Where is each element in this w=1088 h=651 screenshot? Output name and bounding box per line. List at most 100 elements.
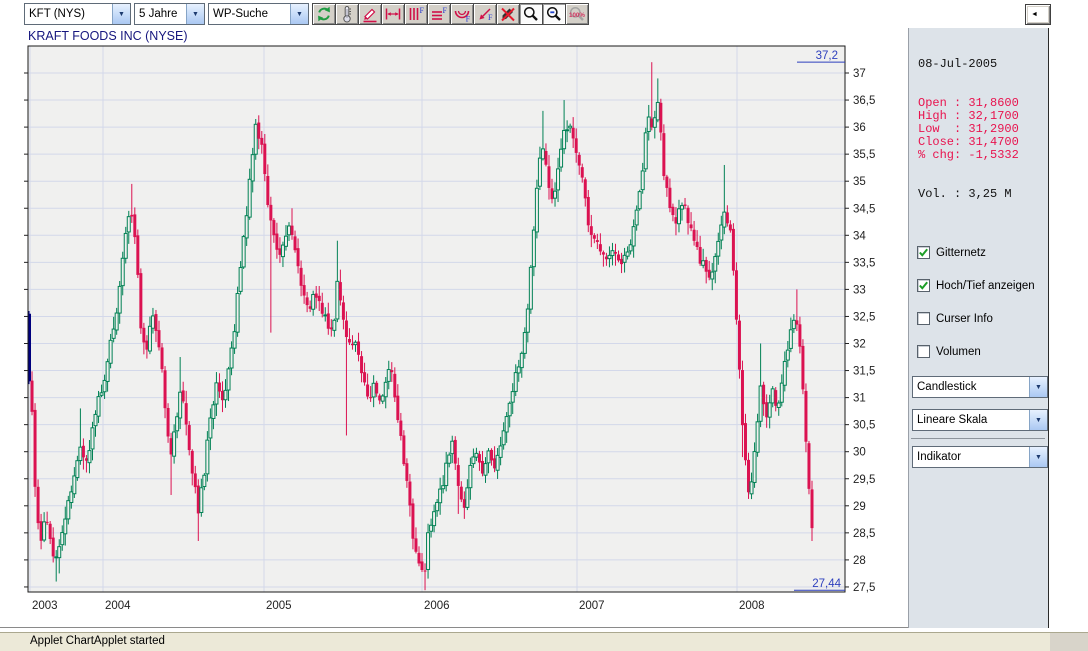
x-axis-label: 2006 (424, 600, 450, 612)
y-axis-label: 30 (853, 447, 866, 459)
fibonacci-fan-button[interactable]: F (473, 3, 497, 25)
collapse-panel-button[interactable]: ◄ (1025, 4, 1051, 25)
chevron-down-icon[interactable]: ▼ (1029, 447, 1047, 467)
y-axis-label: 29,5 (853, 474, 875, 486)
y-axis-label: 34 (853, 230, 866, 242)
checkbox-label: Curser Info (936, 312, 993, 325)
checkbox-label: Gitternetz (936, 246, 986, 259)
chart-applet-window: KFT (NYS) ▼ 5 Jahre ▼ WP-Suche ▼ F F F F 100… (0, 0, 1088, 651)
y-axis-label: 32,5 (853, 311, 875, 323)
indicator-select-value: Indikator (917, 451, 962, 463)
checkbox-checked-icon[interactable] (917, 279, 930, 292)
fibonacci-retracement-icon: F (430, 5, 448, 23)
scale-select-value: Lineare Skala (917, 414, 988, 426)
zoom-100-icon: 100% (568, 5, 586, 23)
y-axis-label: 32 (853, 339, 866, 351)
thermometer-tool-button[interactable] (335, 3, 359, 25)
chevron-down-icon[interactable]: ▼ (1029, 410, 1047, 430)
panel-separator (911, 438, 1045, 439)
chart-option-selects: Candlestick ▼ Lineare Skala ▼ Indikator ▼ (912, 376, 1048, 476)
draw-pencil-icon (361, 5, 379, 23)
svg-text:100%: 100% (569, 12, 585, 19)
refresh-icon (315, 5, 333, 23)
y-axis-label: 37 (853, 68, 866, 80)
chevron-down-icon[interactable]: ▼ (186, 4, 204, 24)
checkbox-unchecked-icon[interactable] (917, 312, 930, 325)
thermometer-icon (338, 5, 356, 23)
quote-stats: Open : 31,8600 High : 32,1700 Low : 31,290… (918, 97, 1019, 162)
erase-drawings-icon (499, 5, 517, 23)
y-axis-label: 34,5 (853, 203, 875, 215)
svg-text:F: F (466, 15, 471, 24)
zoom-100-button[interactable]: 100% (565, 3, 589, 25)
y-axis-label: 30,5 (853, 420, 875, 432)
scale-select[interactable]: Lineare Skala ▼ (912, 409, 1048, 431)
svg-text:F: F (443, 6, 448, 15)
y-axis-label: 36 (853, 122, 866, 134)
y-axis-label: 35,5 (853, 149, 875, 161)
chevron-down-icon[interactable]: ▼ (112, 4, 130, 24)
security-search-combobox[interactable]: WP-Suche ▼ (208, 3, 309, 25)
price-chart[interactable]: 37 36,5 36 35,5 35 34,5 34 33,5 33 32,5 32 31,5 31 30… (0, 28, 908, 628)
x-axis-label: 2003 (32, 600, 58, 612)
zoom-in-button[interactable] (519, 3, 543, 25)
y-axis-label: 28,5 (853, 528, 875, 540)
chart-type-select-value: Candlestick (917, 381, 977, 393)
period-combobox[interactable]: 5 Jahre ▼ (134, 3, 205, 25)
status-text: Applet ChartApplet started (30, 635, 165, 647)
low-marker-label: 27,44 (812, 578, 841, 590)
y-axis-label: 29 (853, 501, 866, 513)
x-axis-label: 2004 (105, 600, 131, 612)
settings-panel: 08-Jul-2005 Open : 31,8600 High : 32,1700… (908, 28, 1049, 628)
symbol-combobox-value: KFT (NYS) (29, 8, 86, 20)
toolbar-buttons: F F F F 100% (312, 3, 589, 25)
checkbox-row-volumen[interactable]: Volumen (917, 345, 1035, 358)
checkbox-row-curser-info[interactable]: Curser Info (917, 312, 1035, 325)
period-combobox-value: 5 Jahre (139, 8, 178, 20)
refresh-button[interactable] (312, 3, 336, 25)
security-search-combobox-value: WP-Suche (213, 8, 268, 20)
chart-title: KRAFT FOODS INC (NYSE) (28, 29, 188, 43)
checkbox-unchecked-icon[interactable] (917, 345, 930, 358)
measure-icon (384, 5, 402, 23)
x-axis: 2003 2004 2005 2006 2007 2008 (32, 600, 765, 612)
chart-type-select[interactable]: Candlestick ▼ (912, 376, 1048, 398)
checkbox-label: Volumen (936, 345, 981, 358)
chevron-down-icon[interactable]: ▼ (1029, 377, 1047, 397)
y-axis-label: 33,5 (853, 257, 875, 269)
x-axis-label: 2007 (579, 600, 605, 612)
checkbox-label: Hoch/Tief anzeigen (936, 279, 1035, 292)
measure-tool-button[interactable] (381, 3, 405, 25)
svg-text:F: F (488, 13, 493, 22)
quote-stat: % chg: -1,5332 (918, 148, 1019, 162)
fibonacci-retracement-button[interactable]: F (427, 3, 451, 25)
checkbox-checked-icon[interactable] (917, 246, 930, 259)
zoom-out-button[interactable] (542, 3, 566, 25)
checkbox-row-hoch-tief-anzeigen[interactable]: Hoch/Tief anzeigen (917, 279, 1035, 292)
x-axis-label: 2008 (739, 600, 765, 612)
quote-date: 08-Jul-2005 (918, 57, 998, 71)
checkbox-row-gitternetz[interactable]: Gitternetz (917, 246, 1035, 259)
y-axis-label: 35 (853, 176, 866, 188)
y-axis-label: 27,5 (853, 582, 875, 594)
collapse-arrow-icon: ◄ (1031, 11, 1038, 18)
collapse-panel-inner: ◄ (1028, 7, 1048, 22)
fibonacci-arcs-button[interactable]: F (450, 3, 474, 25)
quote-volume: Vol. : 3,25 M (918, 187, 1012, 201)
y-axis-label: 28 (853, 555, 866, 567)
y-axis-label: 36,5 (853, 95, 875, 107)
chevron-down-icon[interactable]: ▼ (290, 4, 308, 24)
fibonacci-arcs-icon: F (453, 5, 471, 23)
fibonacci-time-zones-icon: F (407, 5, 425, 23)
y-axis-label: 31,5 (853, 366, 875, 378)
scrollbar-corner (1050, 633, 1088, 651)
erase-drawings-button[interactable] (496, 3, 520, 25)
draw-pencil-button[interactable] (358, 3, 382, 25)
indicator-select[interactable]: Indikator ▼ (912, 446, 1048, 468)
quote-info: 08-Jul-2005 Open : 31,8600 High : 32,1700… (918, 32, 1019, 227)
fibonacci-time-zones-button[interactable]: F (404, 3, 428, 25)
x-axis-label: 2005 (266, 600, 292, 612)
high-marker-label: 37,2 (816, 50, 838, 62)
zoom-in-icon (522, 5, 540, 23)
symbol-combobox[interactable]: KFT (NYS) ▼ (24, 3, 131, 25)
